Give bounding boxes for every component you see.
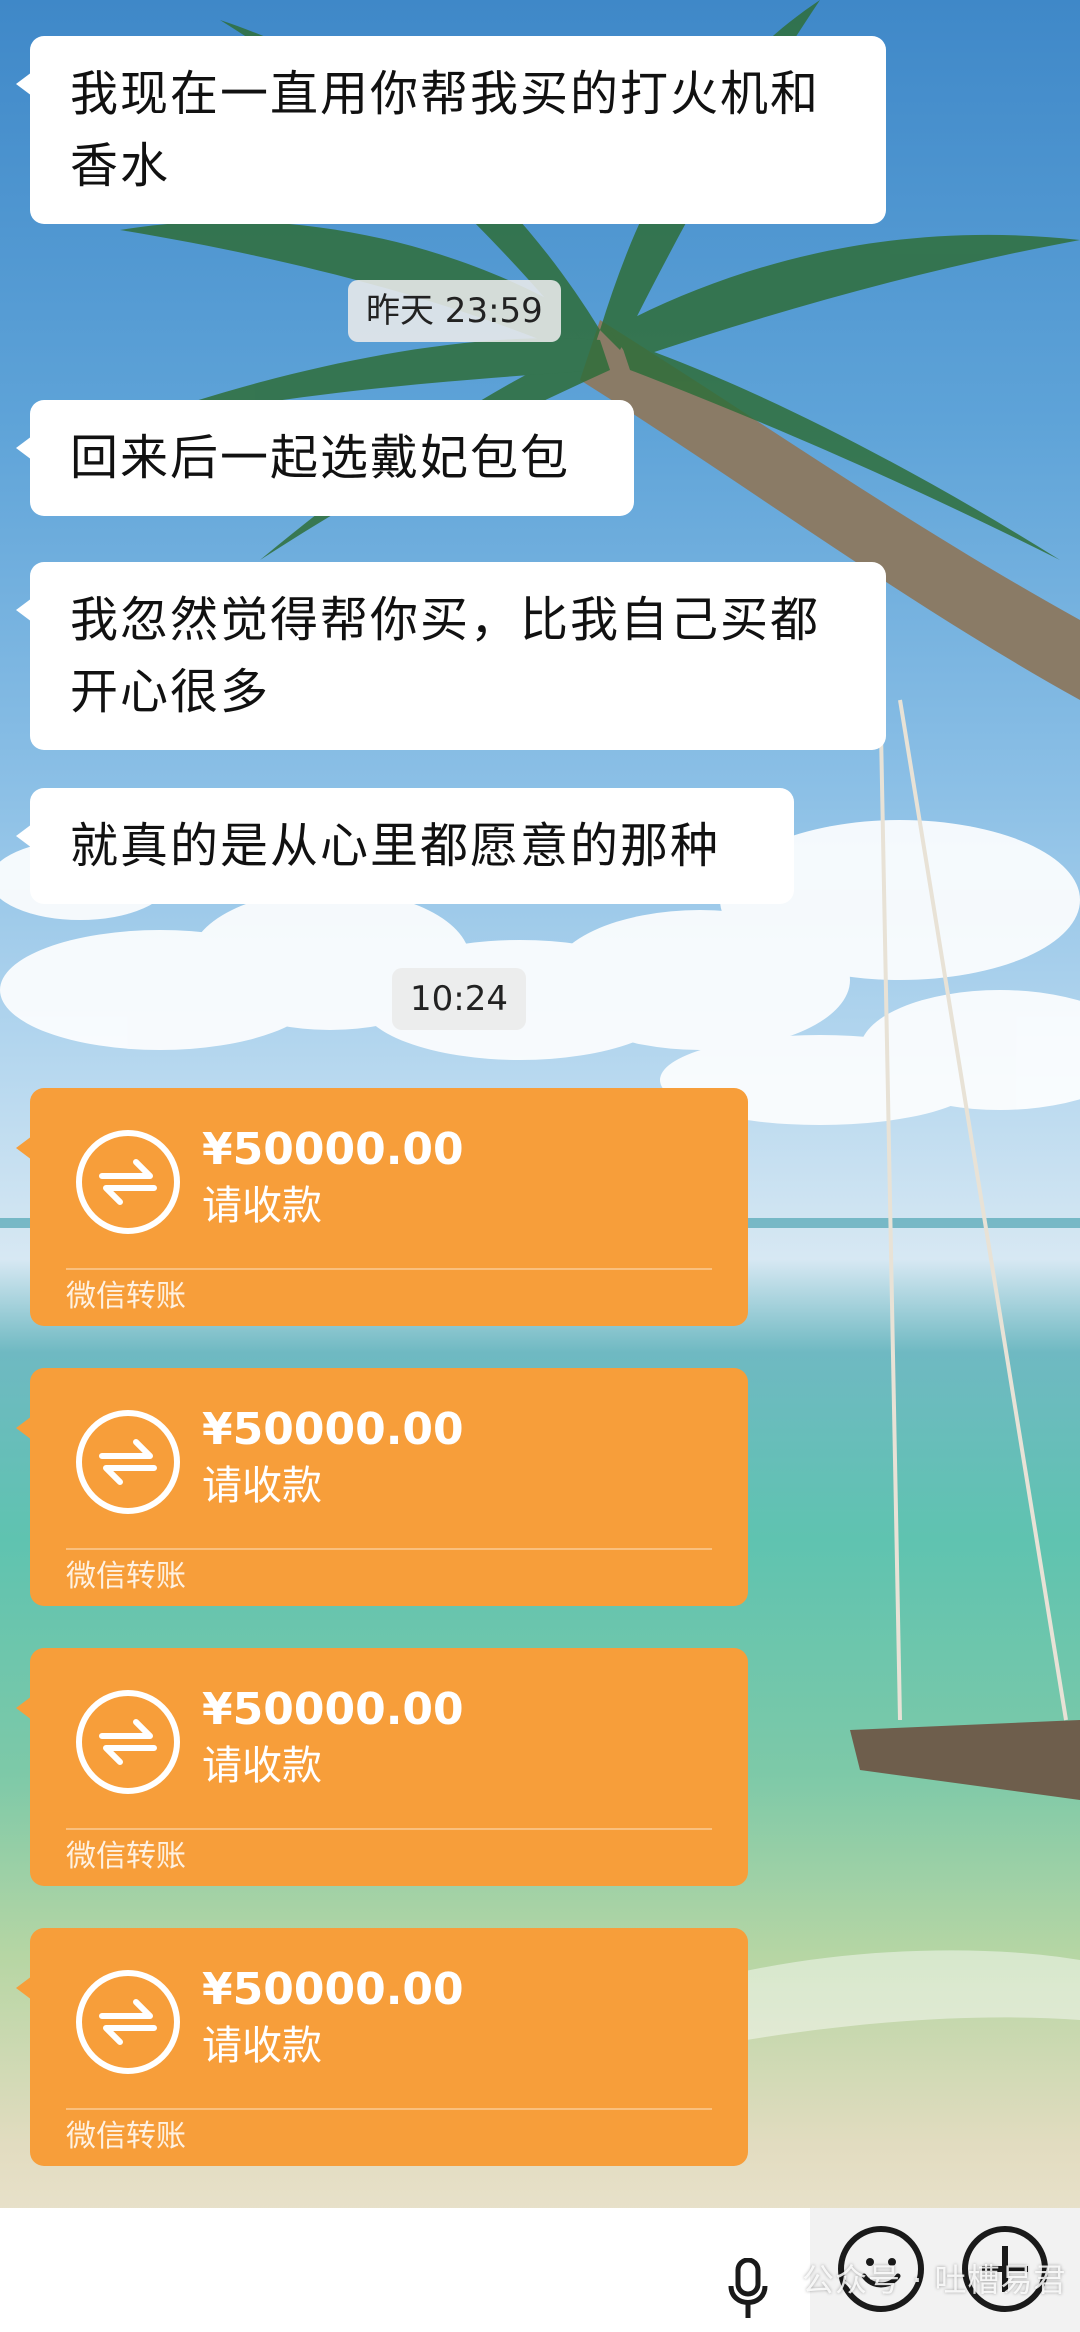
message-text: 我忽然觉得帮你买，比我自己买都开心很多 — [70, 592, 821, 720]
transfer-label: 微信转账 — [66, 1559, 186, 1594]
transfer-icon — [76, 1690, 180, 1794]
timestamp: 昨天 23:59 — [348, 280, 561, 342]
watermark-text: 公众号 · 吐槽易君 — [802, 2261, 1067, 2299]
watermark: 公众号 · 吐槽易君 — [802, 2258, 1067, 2302]
transfer-icon — [76, 1970, 180, 2074]
timestamp-text: 10:24 — [410, 979, 508, 1019]
divider — [66, 1548, 712, 1550]
message-text: 回来后一起选戴妃包包 — [70, 430, 571, 486]
transfer-label: 微信转账 — [66, 1279, 186, 1314]
message-bubble[interactable]: 就真的是从心里都愿意的那种 — [16, 788, 794, 904]
divider — [66, 1828, 712, 1830]
transfer-icon — [76, 1130, 180, 1234]
transfer-label: 微信转账 — [66, 1839, 186, 1874]
microphone-icon[interactable] — [728, 2257, 768, 2324]
transfer-card[interactable]: ¥50000.00 请收款 微信转账 — [16, 1928, 748, 2166]
message-text: 我现在一直用你帮我买的打火机和香水 — [70, 66, 821, 194]
transfer-status: 请收款 — [202, 2023, 322, 2069]
divider — [66, 2108, 712, 2110]
transfer-amount: ¥50000.00 — [202, 1684, 464, 1735]
transfer-amount: ¥50000.00 — [202, 1964, 464, 2015]
transfer-icon — [76, 1410, 180, 1514]
transfer-card[interactable]: ¥50000.00 请收款 微信转账 — [16, 1088, 748, 1326]
transfer-amount: ¥50000.00 — [202, 1404, 464, 1455]
timestamp: 10:24 — [392, 968, 526, 1030]
transfer-status: 请收款 — [202, 1743, 322, 1789]
message-input[interactable] — [0, 2208, 810, 2332]
message-text: 就真的是从心里都愿意的那种 — [70, 818, 721, 874]
message-bubble[interactable]: 回来后一起选戴妃包包 — [16, 400, 634, 516]
swing-seat — [850, 1720, 1080, 1800]
transfer-label: 微信转账 — [66, 2119, 186, 2154]
transfer-amount: ¥50000.00 — [202, 1124, 464, 1175]
message-bubble[interactable]: 我现在一直用你帮我买的打火机和香水 — [16, 36, 886, 224]
transfer-card[interactable]: ¥50000.00 请收款 微信转账 — [16, 1648, 748, 1886]
message-bubble[interactable]: 我忽然觉得帮你买，比我自己买都开心很多 — [16, 562, 886, 750]
divider — [66, 1268, 712, 1270]
transfer-status: 请收款 — [202, 1183, 322, 1229]
transfer-status: 请收款 — [202, 1463, 322, 1509]
timestamp-text: 昨天 23:59 — [366, 291, 543, 331]
transfer-card[interactable]: ¥50000.00 请收款 微信转账 — [16, 1368, 748, 1606]
